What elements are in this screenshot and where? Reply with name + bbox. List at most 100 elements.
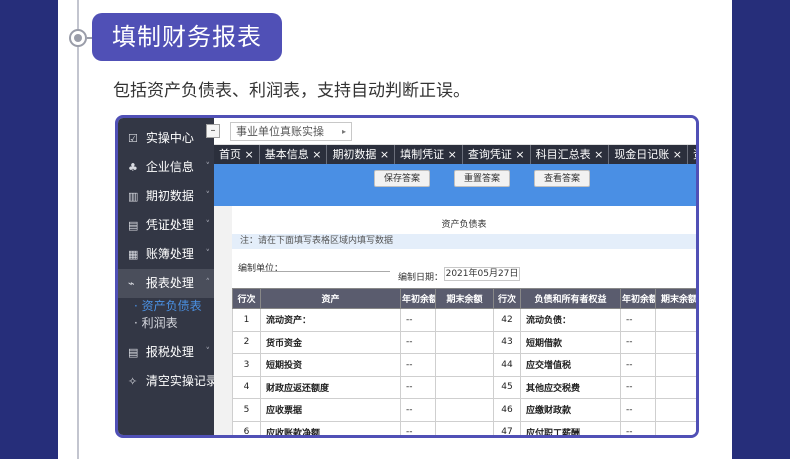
left-decor-line: [58, 0, 60, 459]
clipboard-check-icon: ☑: [128, 132, 138, 145]
date-label: 编制日期：: [398, 273, 444, 283]
section-title: 填制财务报表: [92, 13, 282, 61]
sidebar-item-vouchers[interactable]: ▤ 凭证处理 ˅: [118, 211, 214, 240]
save-answer-button[interactable]: 保存答案: [374, 170, 430, 187]
tab-cash-journal[interactable]: 现金日记账 ×: [609, 145, 689, 164]
closing-balance-input[interactable]: [655, 330, 696, 354]
section-subtitle: 包括资产负债表、利润表，支持自动判断正误。: [113, 81, 470, 101]
sidebar-item-reports[interactable]: ⌁ 报表处理 ˄: [118, 269, 214, 298]
sidebar-item-practice-center[interactable]: ☑ 实操中心: [118, 124, 214, 153]
unit-input[interactable]: [262, 271, 390, 272]
collapse-sidebar-button[interactable]: –: [206, 124, 220, 138]
table-row: 3 短期投资 -- 44 应交增值税 --: [232, 353, 696, 377]
date-field[interactable]: 2021年05月27日: [444, 267, 520, 281]
tab-fill-voucher[interactable]: 填制凭证 ×: [395, 145, 463, 164]
row-number: 2: [232, 330, 261, 354]
bar-chart-icon: ▥: [128, 190, 139, 203]
closing-balance-input[interactable]: [655, 398, 696, 422]
tab-query-voucher[interactable]: 查询凭证 ×: [463, 145, 531, 164]
closing-balance-input[interactable]: [435, 308, 494, 332]
closing-balance-input[interactable]: [435, 420, 494, 435]
balance-sheet: 资产负债表 注：请在下面填写表格区域内填写数据 编制单位： 编制日期： 2021…: [232, 206, 696, 435]
header-row-no: 行次: [493, 288, 521, 309]
row-number: 4: [232, 375, 261, 399]
unit-label: 编制单位：: [238, 264, 284, 274]
asset-name: 应收票据: [260, 398, 401, 422]
liability-name: 流动负债：: [520, 308, 621, 332]
sidebar: ☑ 实操中心 ♣ 企业信息 ˅ ▥ 期初数据 ˅ ▤ 凭证处理 ˅ ▦ 账簿处理…: [118, 118, 218, 435]
table-row: 2 货币资金 -- 43 短期借款 --: [232, 330, 696, 354]
caret-right-icon: ▸: [341, 127, 346, 136]
row-number: 1: [232, 308, 261, 332]
opening-balance-cell: --: [400, 375, 436, 399]
header-assets: 资产: [260, 288, 401, 309]
unit-select-value: 事业单位真账实操: [236, 125, 324, 138]
opening-balance-cell: --: [400, 330, 436, 354]
balance-sheet-table: 行次 资产 年初余额 期末余额 行次 负债和所有者权益 年初余额 期末余额 1 …: [232, 288, 696, 435]
timeline-line: [77, 0, 79, 459]
asset-name: 货币资金: [260, 330, 401, 354]
header-row-no: 行次: [232, 288, 261, 309]
sidebar-item-tax[interactable]: ▤ 报税处理 ˅: [118, 338, 214, 367]
right-decor-band: [732, 0, 790, 459]
header-liabilities-equity: 负债和所有者权益: [520, 288, 621, 309]
closing-balance-input[interactable]: [655, 353, 696, 377]
tax-icon: ▤: [128, 346, 139, 359]
asset-name: 流动资产：: [260, 308, 401, 332]
liability-name: 应缴财政款: [520, 398, 621, 422]
asset-name: 财政应返还额度: [260, 375, 401, 399]
liability-name: 短期借款: [520, 330, 621, 354]
row-number: 45: [493, 375, 521, 399]
row-number: 3: [232, 353, 261, 377]
table-row: 6 应收账款净额 -- 47 应付职工薪酬 --: [232, 420, 696, 435]
unit-select[interactable]: 事业单位真账实操 ▸: [230, 122, 352, 141]
asset-name: 应收账款净额: [260, 420, 401, 435]
sidebar-subitem-balance-sheet[interactable]: · 资产负债表: [118, 298, 214, 315]
sidebar-item-label: 凭证处理: [145, 218, 194, 232]
closing-balance-input[interactable]: [655, 420, 696, 435]
reset-answer-button[interactable]: 重置答案: [454, 170, 510, 187]
sidebar-item-label: 报表处理: [145, 276, 194, 290]
sheet-title: 资产负债表: [441, 220, 487, 230]
opening-balance-cell: --: [620, 420, 656, 435]
tab-basic-info[interactable]: 基本信息 ×: [260, 145, 328, 164]
sidebar-item-company-info[interactable]: ♣ 企业信息 ˅: [118, 153, 214, 182]
sidebar-item-opening-data[interactable]: ▥ 期初数据 ˅: [118, 182, 214, 211]
closing-balance-input[interactable]: [655, 308, 696, 332]
closing-balance-input[interactable]: [435, 375, 494, 399]
header-closing-balance: 期末余额: [435, 288, 494, 309]
closing-balance-input[interactable]: [655, 375, 696, 399]
tab-account-summary[interactable]: 科目汇总表 ×: [531, 145, 610, 164]
table-header-row: 行次 资产 年初余额 期末余额 行次 负债和所有者权益 年初余额 期末余额: [232, 288, 696, 309]
row-number: 6: [232, 420, 261, 435]
closing-balance-input[interactable]: [435, 330, 494, 354]
asset-name: 短期投资: [260, 353, 401, 377]
opening-balance-cell: --: [400, 398, 436, 422]
row-number: 43: [493, 330, 521, 354]
row-number: 5: [232, 398, 261, 422]
view-answer-button[interactable]: 查看答案: [534, 170, 590, 187]
tab-home[interactable]: 首页 ×: [214, 145, 260, 164]
content-area: 资产负债表 注：请在下面填写表格区域内填写数据 编制单位： 编制日期： 2021…: [214, 206, 696, 435]
closing-balance-input[interactable]: [435, 353, 494, 377]
opening-balance-cell: --: [400, 353, 436, 377]
opening-balance-cell: --: [620, 353, 656, 377]
sidebar-item-clear-records[interactable]: ✧ 清空实操记录: [118, 367, 218, 396]
fill-note: 注：请在下面填写表格区域内填写数据: [232, 234, 696, 249]
row-number: 46: [493, 398, 521, 422]
sidebar-item-label: 账簿处理: [145, 247, 194, 261]
sidebar-item-label: 报税处理: [145, 345, 194, 359]
sidebar-subitem-income-statement[interactable]: · 利润表: [118, 315, 214, 332]
closing-balance-input[interactable]: [435, 398, 494, 422]
chevron-down-icon: ˅: [205, 347, 211, 357]
header-opening-balance: 年初余额: [400, 288, 436, 309]
opening-balance-cell: --: [620, 398, 656, 422]
chevron-down-icon: ˅: [205, 249, 211, 259]
chevron-up-icon: ˄: [205, 278, 211, 288]
tab-opening-data[interactable]: 期初数据 ×: [327, 145, 396, 164]
sidebar-item-ledgers[interactable]: ▦ 账簿处理 ˅: [118, 240, 214, 269]
line-chart-icon: ⌁: [128, 277, 135, 290]
table-row: 4 财政应返还额度 -- 45 其他应交税费 --: [232, 375, 696, 399]
row-number: 44: [493, 353, 521, 377]
tab-assets[interactable]: 资产: [688, 145, 696, 164]
